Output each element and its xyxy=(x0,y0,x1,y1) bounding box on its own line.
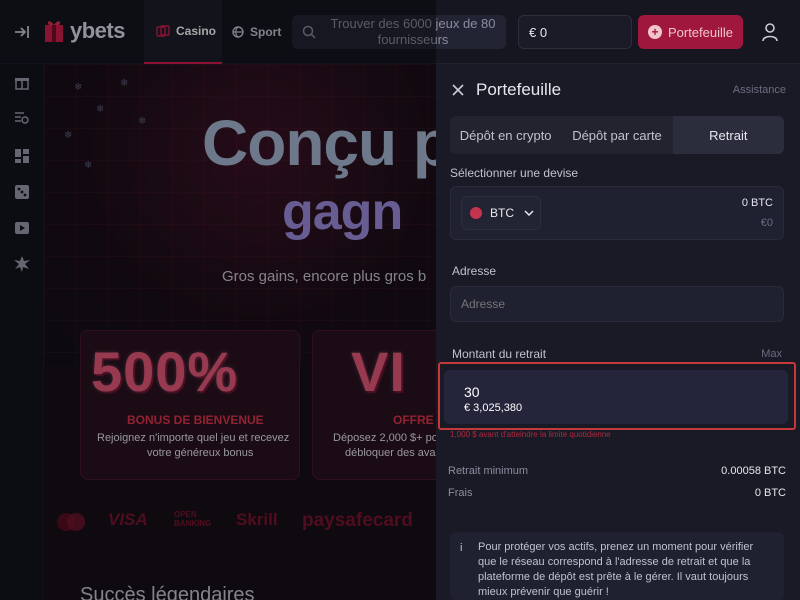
balance-display[interactable]: € 0 xyxy=(518,15,632,49)
user-icon[interactable] xyxy=(761,22,779,42)
amount-eur: € 3,025,380 xyxy=(464,402,523,414)
amount-input[interactable]: 30 € 3,025,380 xyxy=(444,370,788,424)
tab-crypto-deposit[interactable]: Dépôt en crypto xyxy=(450,116,561,154)
currency-balance-eur: €0 xyxy=(760,217,773,229)
wallet-button-label: Portefeuille xyxy=(667,24,734,40)
wallet-tabs: Dépôt en crypto Dépôt par carte Retrait xyxy=(450,116,784,154)
limit-note: 1,000 $ avant d'atteindre la limite quot… xyxy=(450,430,611,439)
min-withdraw-label: Retrait minimum xyxy=(448,465,529,477)
info-icon: i xyxy=(460,542,463,554)
min-withdraw-value: 0.00058 BTC xyxy=(721,465,786,477)
info-box: i Pour protéger vos actifs, prenez un mo… xyxy=(450,532,784,600)
amount-value: 30 xyxy=(464,384,480,400)
fees-value: 0 BTC xyxy=(754,487,786,499)
currency-balance: 0 BTC xyxy=(741,197,773,209)
address-input[interactable] xyxy=(450,286,784,322)
tab-withdraw[interactable]: Retrait xyxy=(672,116,784,154)
amount-label: Montant du retrait xyxy=(452,347,547,361)
currency-label: Sélectionner une devise xyxy=(450,166,579,180)
panel-title: Portefeuille xyxy=(476,80,562,99)
max-button[interactable]: Max xyxy=(761,348,782,360)
assistance-link[interactable]: Assistance xyxy=(733,84,786,96)
plus-icon: + xyxy=(647,25,662,39)
fees-label: Frais xyxy=(448,487,473,499)
wallet-button[interactable]: + Portefeuille xyxy=(638,15,743,49)
tab-card-deposit[interactable]: Dépôt par carte xyxy=(561,116,672,154)
currency-box: BTC 0 BTC €0 xyxy=(450,186,784,240)
chevron-down-icon xyxy=(524,210,534,216)
wallet-panel: Portefeuille Assistance Dépôt en crypto … xyxy=(436,64,800,600)
info-text: Pour protéger vos actifs, prenez un mome… xyxy=(478,541,754,598)
currency-value: BTC xyxy=(490,206,514,220)
address-label: Adresse xyxy=(452,264,497,278)
overlay-dim[interactable] xyxy=(0,0,436,600)
amount-highlight: 30 € 3,025,380 xyxy=(438,362,796,430)
currency-select[interactable]: BTC xyxy=(461,196,541,230)
btc-icon xyxy=(470,207,482,219)
close-icon[interactable] xyxy=(452,84,464,96)
